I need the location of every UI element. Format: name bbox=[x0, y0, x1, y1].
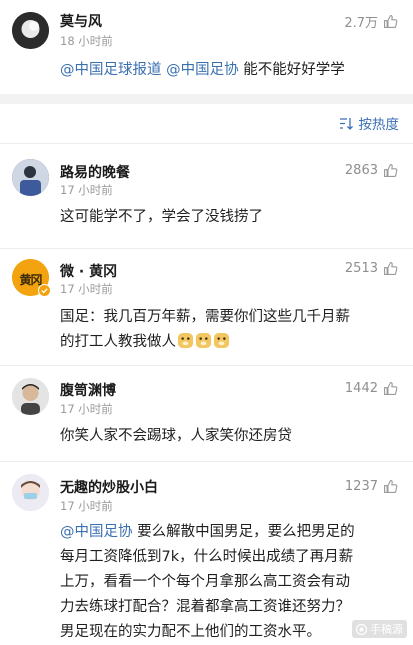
comment-text: 国足：我几百万年薪，需要你们这些几千月薪 的打工人教我做人 bbox=[60, 309, 350, 350]
mention-link[interactable]: @中国足协 bbox=[60, 524, 133, 540]
username[interactable]: 路易的晚餐 bbox=[60, 162, 130, 182]
timestamp: 17 小时前 bbox=[60, 402, 113, 416]
watermark-logo-icon bbox=[356, 623, 367, 635]
timestamp: 17 小时前 bbox=[60, 183, 113, 197]
comment-item: 黄冈 微 · 黄冈 17 小时前 2513 国足：我几百万年薪，需要你们这些几千… bbox=[0, 249, 413, 367]
like-button[interactable]: 1442 bbox=[345, 380, 399, 397]
comment-text: 这可能学不了，学会了没钱捞了 bbox=[60, 209, 263, 225]
like-button[interactable]: 2.7万 bbox=[344, 12, 399, 31]
like-button[interactable]: 1237 bbox=[345, 478, 399, 495]
timestamp: 18 小时前 bbox=[60, 34, 113, 48]
like-count: 1237 bbox=[344, 479, 378, 494]
mention-link[interactable]: @中国足球报道 bbox=[60, 62, 162, 78]
dog-emoji-icon bbox=[177, 332, 194, 349]
thumbs-up-icon bbox=[383, 381, 398, 396]
divider bbox=[0, 143, 413, 144]
mention-link[interactable]: @中国足协 bbox=[166, 62, 239, 78]
watermark: 手稿源 bbox=[352, 620, 407, 638]
comment-text: 你笑人家不会踢球，人家笑你还房贷 bbox=[60, 428, 292, 444]
dog-emoji-icon bbox=[195, 332, 212, 349]
thumbs-up-icon bbox=[383, 479, 398, 494]
like-button[interactable]: 2513 bbox=[345, 260, 399, 277]
avatar[interactable] bbox=[12, 159, 49, 196]
comment-text: @中国足球报道 @中国足协 能不能好好学学 bbox=[60, 62, 345, 78]
dog-emoji-icon bbox=[213, 332, 230, 349]
like-count: 2863 bbox=[344, 163, 378, 178]
comment-item: 路易的晚餐 17 小时前 2863 这可能学不了，学会了没钱捞了 bbox=[0, 150, 413, 250]
avatar[interactable] bbox=[12, 12, 49, 49]
avatar[interactable] bbox=[12, 474, 49, 511]
username[interactable]: 腹笥渊博 bbox=[60, 380, 116, 400]
username[interactable]: 无趣的炒股小白 bbox=[60, 477, 158, 497]
sort-label: 按热度 bbox=[358, 117, 400, 133]
timestamp: 17 小时前 bbox=[60, 282, 113, 296]
thumbs-up-icon bbox=[383, 14, 398, 29]
comment-text: @中国足协 要么解散中国男足，要么把男足的 每月工资降低到7k，什么时候出成绩了… bbox=[60, 524, 355, 640]
thumbs-up-icon bbox=[383, 261, 398, 276]
comment-item: 腹笥渊博 17 小时前 1442 你笑人家不会踢球，人家笑你还房贷 bbox=[0, 366, 413, 462]
like-count: 1442 bbox=[344, 381, 378, 396]
verified-badge-icon bbox=[38, 284, 51, 297]
username[interactable]: 莫与风 bbox=[60, 11, 102, 31]
avatar[interactable] bbox=[12, 378, 49, 415]
username[interactable]: 微 · 黄冈 bbox=[60, 261, 117, 281]
comment-item: 无趣的炒股小白 17 小时前 1237 @中国足协 要么解散中国男足，要么把男足… bbox=[0, 462, 413, 644]
timestamp: 17 小时前 bbox=[60, 499, 113, 513]
sort-button[interactable]: 按热度 bbox=[339, 113, 400, 133]
like-count: 2.7万 bbox=[344, 16, 378, 31]
like-button[interactable]: 2863 bbox=[345, 162, 399, 179]
sort-icon bbox=[339, 117, 353, 130]
thumbs-up-icon bbox=[383, 163, 398, 178]
like-count: 2513 bbox=[344, 261, 378, 276]
comment-top: 莫与风 18 小时前 2.7万 @中国足球报道 @中国足协 能不能好好学学 bbox=[0, 0, 413, 94]
section-divider bbox=[0, 94, 413, 104]
